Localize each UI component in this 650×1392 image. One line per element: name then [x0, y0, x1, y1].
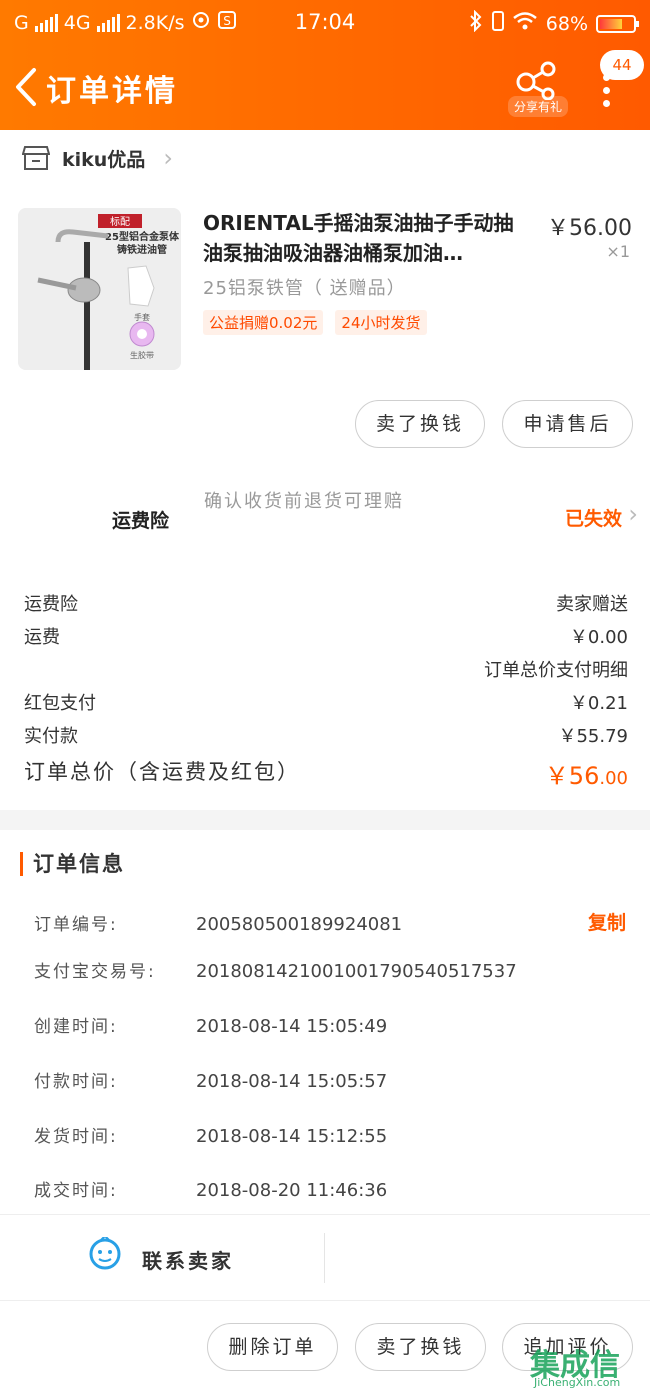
bluetooth-icon [468, 9, 484, 37]
share-icon [516, 61, 556, 101]
fee-paid-value: ￥55.79 [558, 726, 628, 747]
image-corner-label: 标配 [110, 216, 130, 228]
total-label: 订单总价（含运费及红包） [24, 760, 300, 784]
insurance-label: 运费险 [112, 510, 170, 532]
order-info-title: 订单信息 [20, 852, 125, 876]
sell-exchange-button[interactable]: 卖了换钱 [355, 400, 485, 448]
battery-icon [596, 14, 639, 33]
fee-insurance-value: 卖家赠送 [556, 594, 628, 615]
contact-seller-button[interactable]: 联系卖家 [142, 1245, 234, 1274]
product-sku: 25铝泵铁管（ 送赠品） [203, 278, 406, 299]
contact-bar: 联系卖家 [0, 1214, 650, 1300]
nav-bar: 订单详情 分享有礼 [0, 50, 650, 126]
payment-detail-link[interactable]: 订单总价支付明细 [484, 656, 628, 682]
page-title: 订单详情 [46, 74, 178, 109]
tag-shipping: 24小时发货 [335, 310, 427, 335]
status-bar: G 4G 2.8K/s S 17:04 68% [0, 0, 650, 44]
total-main: ￥56 [544, 762, 600, 790]
info-value: 2018081421001001790540517537 [196, 961, 517, 982]
product-image[interactable]: 标配 25型铝合金泵体 铸铁进油管 手套 生胶带 [18, 208, 181, 370]
sell-exchange-button-bottom[interactable]: 卖了换钱 [355, 1323, 486, 1371]
info-row: 创建时间: 2018-08-14 15:05:49 [34, 1012, 634, 1037]
share-label: 分享有礼 [508, 96, 568, 117]
insurance-desc: 确认收货前退货可理赔 [204, 491, 404, 512]
chevron-right-icon: › [163, 144, 173, 172]
app-header: G 4G 2.8K/s S 17:04 68% 订单详情 分享有礼 44 [0, 0, 650, 130]
total-value: ￥56.00 [545, 756, 628, 791]
total-cents: .00 [599, 768, 628, 789]
info-key: 成交时间: [34, 1181, 118, 1201]
shop-row[interactable]: kiku优品 › [22, 144, 173, 172]
after-sale-button[interactable]: 申请售后 [502, 400, 633, 448]
status-right: 68% [468, 9, 639, 37]
image-tape-label: 生胶带 [130, 350, 154, 360]
info-row: 发货时间: 2018-08-14 15:12:55 [34, 1122, 634, 1147]
info-key: 支付宝交易号: [34, 962, 156, 982]
order-info-section: 订单信息 订单编号: 200580500189924081 复制 支付宝交易号: 2… [0, 830, 650, 1214]
delete-order-button[interactable]: 删除订单 [207, 1323, 338, 1371]
shop-icon [22, 146, 50, 170]
tag-donation: 公益捐赠0.02元 [203, 310, 324, 335]
total-row: 订单总价（含运费及红包） ￥56.00 [24, 756, 628, 790]
fee-shipping-row: 运费 ￥0.00 [24, 623, 628, 649]
watermark-logo: 集成信 JiChengXin.com [530, 1340, 650, 1392]
info-row: 支付宝交易号: 2018081421001001790540517537 [34, 957, 634, 982]
info-row: 订单编号: 200580500189924081 [34, 910, 634, 935]
watermark-sub: JiChengXin.com [534, 1376, 621, 1389]
info-value: 2018-08-14 15:12:55 [196, 1126, 388, 1147]
insurance-status[interactable]: 已失效 [565, 504, 622, 531]
fee-redpacket-value: ￥0.21 [569, 693, 628, 714]
message-badge[interactable]: 44 [600, 50, 644, 80]
info-value: 200580500189924081 [196, 914, 403, 935]
fee-paid-label: 实付款 [24, 726, 78, 747]
image-line2: 铸铁进油管 [117, 243, 167, 256]
info-key: 创建时间: [34, 1017, 118, 1037]
info-row: 付款时间: 2018-08-14 15:05:57 [34, 1067, 634, 1092]
back-arrow-icon [16, 68, 36, 106]
chevron-right-icon: › [628, 500, 638, 528]
info-key: 付款时间: [34, 1072, 118, 1092]
wifi-icon [512, 11, 538, 36]
vibrate-icon [491, 11, 504, 36]
more-button[interactable] [596, 74, 616, 114]
fee-insurance-row: 运费险 卖家赠送 [24, 590, 628, 616]
back-button[interactable] [12, 66, 42, 108]
chat-face-icon[interactable] [88, 1234, 122, 1271]
info-key: 订单编号: [34, 915, 118, 935]
product-price: ￥56.00 [547, 216, 632, 241]
info-value: 2018-08-14 15:05:49 [196, 1016, 388, 1037]
battery-percent: 68% [545, 12, 588, 35]
product-title[interactable]: ORIENTAL手摇油泵油抽子手动抽油泵抽油吸油器油桶泵加油… [203, 208, 533, 268]
order-card: kiku优品 › 标配 25型铝合金泵体 铸铁进油管 手套 生胶带 ORIENT… [0, 130, 650, 810]
fee-shipping-value: ￥0.00 [569, 627, 628, 648]
shop-name: kiku优品 [62, 148, 146, 171]
fee-redpacket-row: 红包支付 ￥0.21 [24, 689, 628, 715]
image-line1: 25型铝合金泵体 [105, 230, 180, 243]
fee-insurance-label: 运费险 [24, 594, 78, 615]
fee-paid-row: 实付款 ￥55.79 [24, 722, 628, 748]
info-value: 2018-08-14 15:05:57 [196, 1071, 388, 1092]
fee-redpacket-label: 红包支付 [24, 693, 96, 714]
image-glove-label: 手套 [134, 312, 150, 322]
copy-button[interactable]: 复制 [588, 908, 626, 935]
fee-shipping-label: 运费 [24, 627, 60, 648]
divider [324, 1233, 325, 1283]
share-button[interactable]: 分享有礼 [508, 60, 568, 117]
info-value: 2018-08-20 11:46:36 [196, 1180, 388, 1201]
info-key: 发货时间: [34, 1127, 118, 1147]
info-row: 成交时间: 2018-08-20 11:46:36 [34, 1176, 634, 1201]
product-tags: 公益捐赠0.02元 24小时发货 [203, 310, 427, 335]
product-quantity: ×1 [606, 242, 630, 261]
